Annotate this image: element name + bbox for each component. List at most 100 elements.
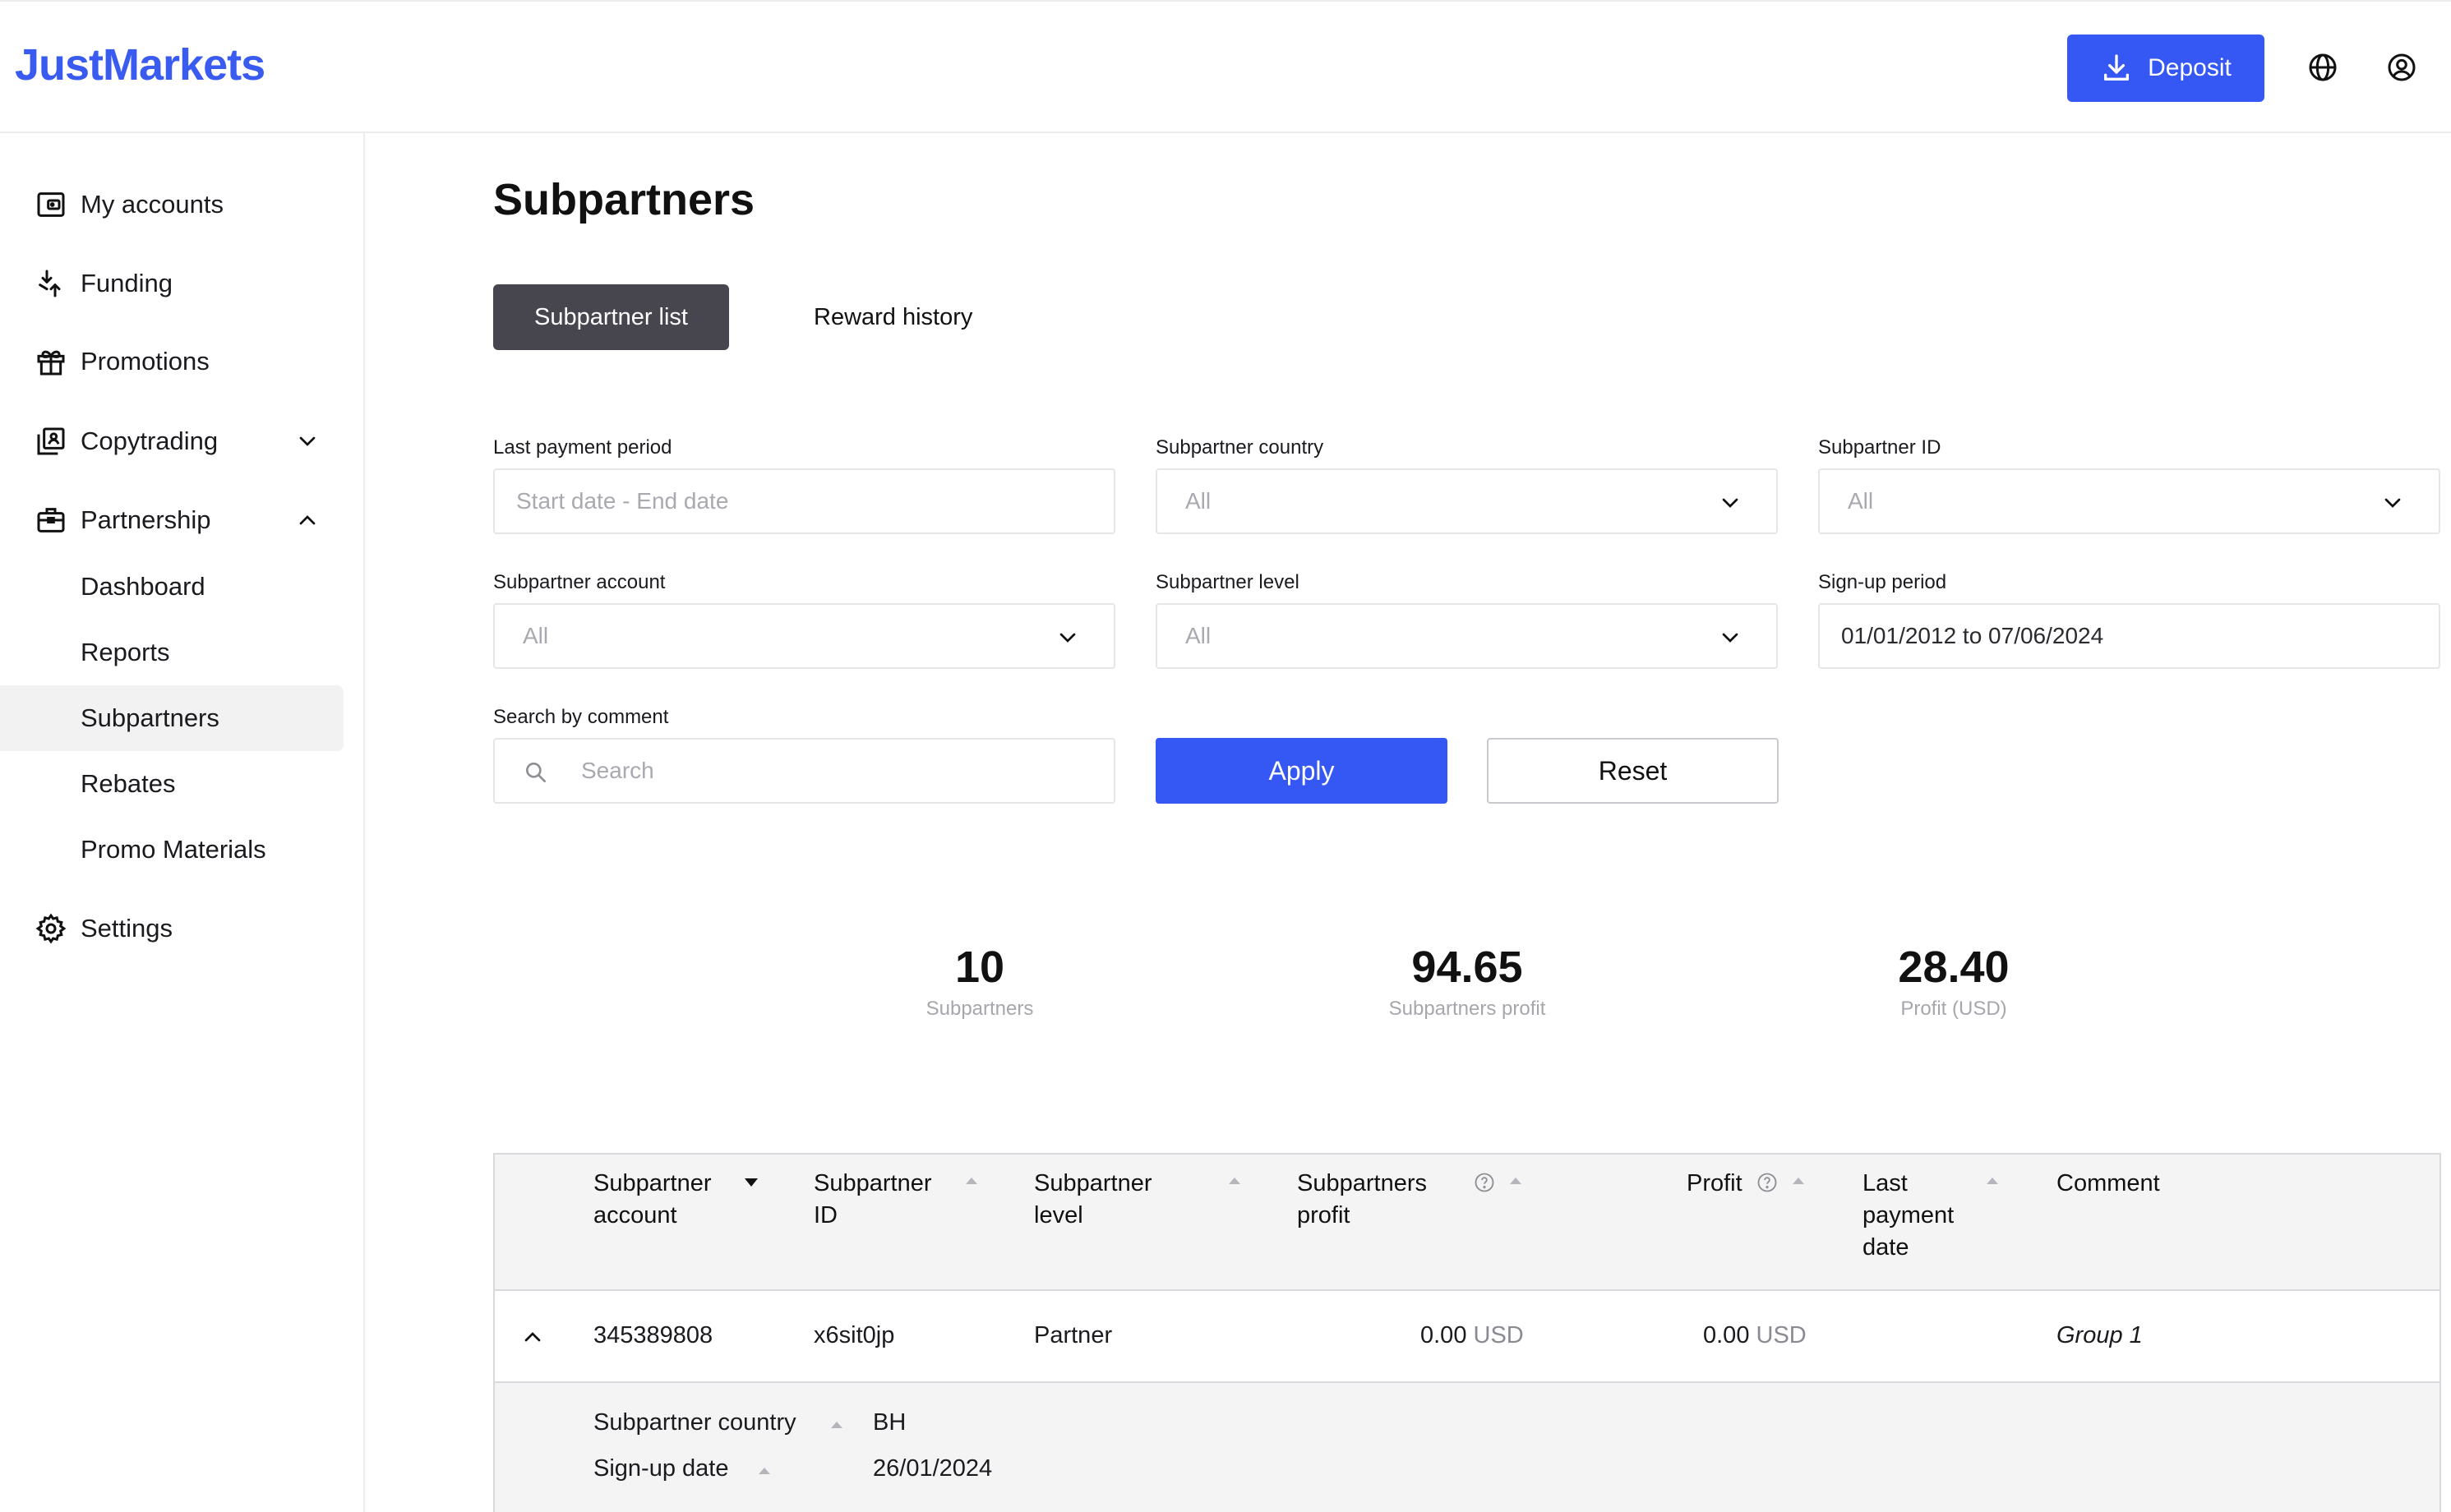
- sort-asc-icon[interactable]: [963, 1175, 980, 1187]
- subpartner-level-select[interactable]: All: [1156, 603, 1778, 669]
- subpartner-country-select[interactable]: All: [1156, 468, 1778, 534]
- stat-profit-usd: 28.40 Profit (USD): [1789, 942, 2118, 1021]
- detail-country-value: BH: [873, 1409, 907, 1436]
- stat-subpartners-profit: 94.65 Subpartners profit: [1303, 942, 1632, 1021]
- briefcase-icon: [37, 508, 65, 532]
- stat-value: 10: [954, 943, 1005, 992]
- subpartner-account-value: All: [523, 623, 549, 648]
- wallet-icon: [37, 192, 65, 217]
- sidebar-subitem-promo-materials[interactable]: Promo Materials: [0, 817, 344, 883]
- stat-label: Profit (USD): [1900, 998, 2007, 1020]
- subpartners-table: Subpartner account Subpartner ID Subpart…: [493, 1153, 2441, 1512]
- sidebar-subitem-dashboard[interactable]: Dashboard: [0, 554, 344, 620]
- stat-subpartners: 10 Subpartners: [815, 942, 1144, 1021]
- sort-asc-icon[interactable]: [1984, 1175, 2001, 1187]
- sort-asc-icon[interactable]: [1507, 1175, 1524, 1187]
- subpartner-account-label: Subpartner account: [493, 571, 666, 593]
- chevron-down-icon[interactable]: [294, 428, 321, 454]
- stat-value: 94.65: [1411, 943, 1523, 992]
- sidebar-item-partnership[interactable]: Partnership: [0, 487, 345, 553]
- signup-period-input[interactable]: 01/01/2012 to 07/06/2024: [1818, 603, 2440, 669]
- sidebar-item-funding[interactable]: Funding: [0, 251, 345, 316]
- cell-id: x6sit0jp: [814, 1322, 895, 1348]
- sort-asc-icon[interactable]: [1226, 1175, 1243, 1187]
- signup-period-value: 01/01/2012 to 07/06/2024: [1841, 623, 2104, 648]
- sidebar-item-label: Promotions: [81, 347, 210, 376]
- col-title-line: level: [1034, 1202, 1083, 1228]
- gear-icon: [35, 913, 67, 944]
- sort-asc-icon[interactable]: [1790, 1175, 1807, 1187]
- sidebar-subitem-label: Reports: [81, 638, 170, 666]
- stat-value: 28.40: [1898, 943, 2010, 992]
- search-comment-input[interactable]: Search: [493, 738, 1115, 804]
- search-icon: [526, 763, 546, 782]
- col-title-line: payment: [1862, 1202, 1955, 1228]
- row-details: Subpartner country BH Sign-up date 26/01…: [495, 1383, 2439, 1512]
- sidebar-subitem-rebates[interactable]: Rebates: [0, 751, 344, 817]
- logo[interactable]: JustMarkets: [15, 39, 265, 90]
- sort-asc-icon[interactable]: [829, 1419, 845, 1431]
- tab-reward-history[interactable]: Reward history: [814, 284, 972, 350]
- col-title-line: Last: [1862, 1170, 1908, 1196]
- cell-amount: 0.00: [1420, 1322, 1467, 1348]
- detail-signup-label: Sign-up date: [593, 1455, 729, 1482]
- col-title-line: Profit: [1687, 1170, 1742, 1196]
- col-subpartners-profit[interactable]: Subpartners profit: [1297, 1168, 1427, 1232]
- reset-button[interactable]: Reset: [1487, 738, 1779, 804]
- apply-button[interactable]: Apply: [1156, 738, 1447, 804]
- sidebar-subitem-label: Promo Materials: [81, 835, 266, 864]
- col-comment: Comment: [2056, 1168, 2160, 1200]
- stat-label: Subpartners profit: [1388, 998, 1546, 1020]
- search-comment-placeholder: Search: [581, 758, 654, 783]
- signup-period-label: Sign-up period: [1818, 571, 1947, 593]
- cell-amount: 0.00: [1703, 1322, 1750, 1348]
- last-payment-period-input[interactable]: Start date - End date: [493, 468, 1115, 534]
- gift-icon: [37, 350, 65, 376]
- detail-signup-value: 26/01/2024: [873, 1455, 993, 1482]
- chevron-down-icon: [1059, 633, 1076, 643]
- help-icon[interactable]: [1756, 1171, 1779, 1194]
- last-payment-period-placeholder: Start date - End date: [516, 488, 729, 514]
- sidebar-subitem-subpartners[interactable]: Subpartners: [0, 685, 344, 751]
- col-profit[interactable]: Profit: [1687, 1168, 1742, 1200]
- sidebar-item-my-accounts[interactable]: My accounts: [0, 172, 345, 237]
- col-subpartner-level[interactable]: Subpartner level: [1034, 1168, 1152, 1232]
- sidebar-item-promotions[interactable]: Promotions: [0, 329, 345, 394]
- deposit-label: Deposit: [2148, 54, 2232, 81]
- user-account-icon[interactable]: [2385, 51, 2418, 84]
- cell-account: 345389808: [593, 1322, 713, 1348]
- subpartner-country-value: All: [1185, 488, 1212, 514]
- sidebar-item-label: Copytrading: [81, 426, 219, 455]
- subpartner-id-value: All: [1848, 488, 1874, 514]
- subpartner-account-select[interactable]: All: [493, 603, 1115, 669]
- subpartner-id-select[interactable]: All: [1818, 468, 2440, 534]
- col-title-line: Subpartner: [814, 1170, 932, 1196]
- col-title-line: Subpartner: [593, 1170, 712, 1196]
- chevron-up-icon[interactable]: [294, 507, 321, 533]
- cell-subpartners-profit: 0.00 USD: [1420, 1322, 1524, 1349]
- subpartner-country-label: Subpartner country: [1156, 436, 1324, 459]
- chevron-down-icon: [2384, 498, 2401, 508]
- globe-icon[interactable]: [2306, 51, 2339, 84]
- col-last-payment-date[interactable]: Last payment date: [1862, 1168, 1954, 1264]
- chevron-up-icon[interactable]: [519, 1324, 546, 1350]
- col-title-line: Comment: [2056, 1170, 2160, 1196]
- sidebar-item-copytrading[interactable]: Copytrading: [0, 408, 345, 474]
- col-title-line: Subpartners: [1297, 1170, 1427, 1196]
- deposit-button[interactable]: Deposit: [2067, 35, 2264, 102]
- search-comment-label: Search by comment: [493, 706, 669, 728]
- table-row[interactable]: 345389808 x6sit0jp Partner 0.00 USD 0.00…: [495, 1291, 2439, 1383]
- sort-asc-icon[interactable]: [756, 1465, 773, 1477]
- help-icon[interactable]: [1473, 1171, 1496, 1194]
- cell-unit: USD: [1473, 1322, 1524, 1348]
- copytrading-icon: [37, 427, 65, 455]
- cell-level: Partner: [1034, 1322, 1113, 1348]
- col-subpartner-account[interactable]: Subpartner account: [593, 1168, 712, 1232]
- sort-desc-icon[interactable]: [743, 1177, 759, 1188]
- sidebar-subitem-reports[interactable]: Reports: [0, 620, 344, 685]
- sidebar-item-settings[interactable]: Settings: [0, 896, 345, 961]
- tab-subpartner-list[interactable]: Subpartner list: [493, 284, 729, 350]
- cell-unit: USD: [1756, 1322, 1807, 1348]
- col-subpartner-id[interactable]: Subpartner ID: [814, 1168, 932, 1232]
- col-title-line: profit: [1297, 1202, 1350, 1228]
